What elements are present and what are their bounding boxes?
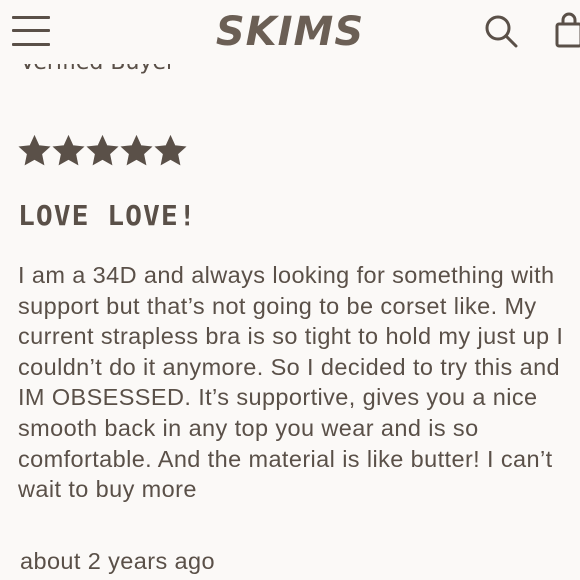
star-icon [18,134,51,166]
star-icon [154,134,187,166]
star-icon [86,134,119,166]
shopping-bag-icon[interactable] [554,12,580,48]
brand-logo[interactable]: SKIMS [205,6,375,58]
search-icon[interactable] [484,14,518,48]
reviewer-badge: Verified Buyer [20,64,320,86]
hamburger-menu-icon[interactable] [12,14,50,48]
review-body: I am a 34D and always looking for someth… [18,262,564,503]
review-date: about 2 years ago [20,548,215,574]
top-navigation-bar: SKIMS [0,0,580,64]
star-rating [18,134,187,170]
star-icon [52,134,85,166]
review-title: LOVE LOVE! [18,199,197,232]
verified-buyer-label: Verified Buyer [20,64,320,74]
star-icon [120,134,153,166]
